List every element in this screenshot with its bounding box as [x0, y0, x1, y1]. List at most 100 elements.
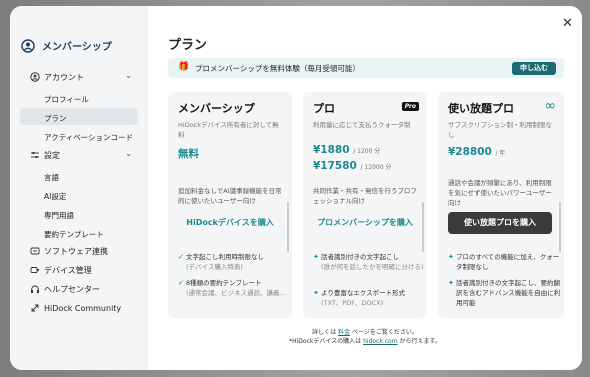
buy-pro-membership-button[interactable]: プロメンバーシップを購入: [313, 212, 417, 234]
plan-name: 使い放題プロ: [448, 102, 514, 115]
footer-line-pricing: 詳しくは 料金 ページをご覧ください。: [148, 327, 582, 336]
sidebar-title: メンバーシップ: [21, 38, 112, 53]
device-icon: [30, 267, 40, 273]
feature-text: より豊富なエクスポート形式: [321, 289, 406, 297]
pro-badge: Pro: [401, 102, 419, 111]
feature-text: 8種類の要約テンプレート: [186, 279, 262, 287]
price-value: ¥1880: [313, 144, 350, 156]
check-icon: ✓: [178, 279, 184, 287]
sidebar-item-label: デバイス管理: [44, 265, 92, 275]
sidebar-item-help-center[interactable]: ヘルプセンター: [10, 280, 138, 298]
buy-unlimited-pro-button[interactable]: 使い放題プロを購入: [448, 212, 552, 234]
sidebar-item-label: 設定: [44, 150, 60, 160]
plan-price: ¥1880 / 1200 分: [313, 144, 380, 156]
plan-card-membership: メンバーシップ HiDockデバイス所有者に対して無料 無料 追加料金なしでAI…: [168, 92, 292, 318]
plan-feature: ✦ 話者識別付きの文字起こし (誰が何を話したかを明確に分ける): [313, 252, 427, 272]
feature-subtext: (通常会議、ビジネス通話、講義…: [186, 289, 287, 297]
feature-subtext: (デバイス購入特典): [186, 263, 243, 271]
price-value: ¥28800: [448, 146, 492, 158]
plan-note: 追加料金なしでAI議事録機能を日常的に使いたいユーザー向け: [178, 187, 282, 205]
plan-price: ¥17580 / 12000 分: [313, 160, 391, 172]
plan-feature: ✦ 話者識別付きの文字起こし、要約翻訳を含むアドバンス機能を自由に利用可能: [448, 278, 562, 308]
feature-text: 話者識別付きの文字起こし: [321, 253, 399, 261]
chevron-down-icon: ⌄: [125, 149, 132, 158]
sidebar-item-software-integration[interactable]: ソフトウェア連携: [10, 242, 138, 260]
sidebar-subitem-profile[interactable]: プロフィール: [44, 94, 89, 105]
footer-text: から行えます。: [399, 338, 441, 345]
plan-feature: ✓ 文字起こし利用時制限なし (デバイス購入特典): [178, 252, 292, 272]
feature-text: 話者識別付きの文字起こし、要約翻訳を含むアドバンス機能を自由に利用可能: [456, 279, 561, 307]
plan-feature: ✦ より豊富なエクスポート形式 (TXT、PDF、DOCX): [313, 288, 427, 308]
close-icon[interactable]: ✕: [562, 16, 573, 31]
sidebar-item-community[interactable]: HiDock Community: [10, 299, 138, 317]
footer-line-purchase: *HiDockデバイスの購入は hidock.com から行えます。: [148, 336, 582, 345]
help-icon: [31, 285, 39, 293]
price-value: ¥17580: [313, 160, 357, 172]
sidebar-subitem-language[interactable]: 言語: [44, 172, 59, 183]
pricing-link[interactable]: 料金: [338, 329, 350, 336]
promo-text: プロメンバーシップを無料体験（毎月受領可能）: [195, 64, 360, 73]
sparkle-icon: ✦: [448, 279, 454, 287]
scrollbar[interactable]: [287, 202, 289, 252]
sidebar-item-label: ヘルプセンター: [44, 284, 100, 294]
plan-price: ¥28800 / 年: [448, 146, 505, 158]
sidebar-title-label: メンバーシップ: [42, 42, 112, 53]
sidebar-item-label: ソフトウェア連携: [44, 246, 108, 256]
plan-description: 利用量に応じて支払うクォータ制: [313, 121, 411, 129]
plan-note: 通話や会議が頻繁にあり、利用制限を気にせず使いたいパワーユーザー向け: [448, 179, 552, 207]
plan-price: 無料: [178, 148, 199, 160]
feature-subtext: (誰が何を話したかを明確に分ける): [321, 263, 424, 271]
chevron-down-icon: ⌄: [125, 71, 132, 80]
sidebar-subitem-glossary[interactable]: 専門用語: [44, 210, 74, 221]
scrollbar[interactable]: [422, 202, 424, 252]
plan-name: メンバーシップ: [178, 102, 255, 115]
footer-text: ページをご覧ください。: [351, 329, 418, 336]
footer-text: 詳しくは: [312, 329, 337, 336]
plan-page: プラン ✕ 🎁 プロメンバーシップを無料体験（毎月受領可能） 申し込む メンバー…: [148, 6, 582, 370]
sidebar-subitem-activation-code[interactable]: アクティベーションコード: [44, 132, 133, 143]
sliders-icon: [31, 152, 39, 158]
settings-modal: メンバーシップ アカウント ⌄ プロフィール プラン アクティベーションコード …: [10, 6, 582, 370]
plan-note: 共同作業・共有・発信を行うプロフェッショナル向け: [313, 187, 417, 205]
integration-icon: [30, 247, 40, 255]
buy-hidock-device-button[interactable]: HiDockデバイスを購入: [178, 212, 282, 234]
hidock-link[interactable]: hidock.com: [363, 338, 397, 345]
price-unit: / 年: [495, 150, 506, 157]
footer-text: *HiDockデバイスの購入は: [289, 338, 362, 345]
sidebar-active-highlight: [20, 108, 138, 125]
check-icon: ✓: [178, 253, 184, 261]
plan-description: HiDockデバイス所有者に対して無料: [178, 121, 279, 139]
account-circle-icon: [21, 38, 35, 53]
plan-name: プロ: [313, 102, 335, 115]
gift-icon: 🎁: [178, 62, 190, 72]
sparkle-icon: ✦: [313, 253, 319, 261]
plan-card-unlimited-pro: 使い放題プロ ∞ サブスクリプション制・利用制限なし ¥28800 / 年 通話…: [438, 92, 564, 318]
scrollbar[interactable]: [559, 202, 561, 252]
feature-text: 文字起こし利用時制限なし: [186, 253, 264, 261]
feature-subtext: (TXT、PDF、DOCX): [321, 299, 384, 307]
sidebar-item-account[interactable]: アカウント ⌄: [10, 68, 138, 86]
sidebar-subitem-ai-settings[interactable]: AI設定: [44, 191, 66, 202]
plan-feature: ✓ 8種類の要約テンプレート (通常会議、ビジネス通話、講義…: [178, 278, 292, 298]
sparkle-icon: ✦: [313, 289, 319, 297]
promo-banner: 🎁 プロメンバーシップを無料体験（毎月受領可能） 申し込む: [168, 58, 564, 78]
person-icon: [30, 72, 40, 82]
plan-feature: ✦ プロのすべての機能に加え、クォータ制限なし: [448, 252, 562, 272]
sidebar-item-label: HiDock Community: [44, 303, 122, 313]
apply-button[interactable]: 申し込む: [512, 62, 556, 75]
community-icon: [31, 304, 39, 312]
sidebar-item-settings[interactable]: 設定 ⌄: [10, 146, 138, 164]
price-unit: / 1200 分: [353, 148, 381, 155]
price-unit: / 12000 分: [360, 164, 392, 171]
feature-text: プロのすべての機能に加え、クォータ制限なし: [456, 253, 560, 271]
sparkle-icon: ✦: [448, 253, 454, 261]
page-title: プラン: [168, 38, 208, 53]
sidebar-item-label: アカウント: [44, 72, 84, 82]
infinity-icon: ∞: [544, 98, 556, 114]
sidebar-subitem-plan[interactable]: プラン: [44, 113, 67, 124]
sidebar: メンバーシップ アカウント ⌄ プロフィール プラン アクティベーションコード …: [10, 6, 148, 370]
plan-card-pro: プロ Pro 利用量に応じて支払うクォータ制 ¥1880 / 1200 分 ¥1…: [303, 92, 427, 318]
sidebar-item-device-management[interactable]: デバイス管理: [10, 261, 138, 279]
sidebar-subitem-summary-template[interactable]: 要約テンプレート: [44, 229, 104, 240]
plan-description: サブスクリプション制・利用制限なし: [448, 121, 552, 139]
